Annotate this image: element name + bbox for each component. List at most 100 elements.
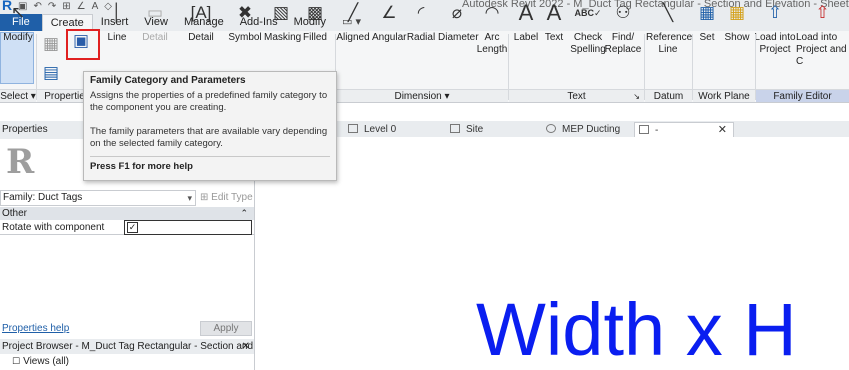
close-icon[interactable]: ✕ (242, 339, 250, 354)
set-work-plane-button[interactable]: ▦ Set (694, 2, 720, 44)
modify-button[interactable]: ↖ Modify (2, 2, 34, 44)
browser-item-label: Views (all) (23, 356, 70, 367)
family-types-button[interactable]: ▦ (38, 33, 64, 57)
grid-show-icon: ▦ (728, 3, 746, 22)
project-browser: Project Browser - M_Duct Tag Rectangular… (0, 339, 255, 370)
load-close-label: Load into Project and C (796, 32, 847, 67)
radial-dimension-icon: ◜ (417, 3, 425, 22)
detail-group-icon: [A] (190, 3, 212, 22)
binoculars-icon: ⚇ (615, 3, 631, 22)
panel-separator (755, 34, 756, 100)
tag-label-text[interactable]: Width x H (476, 293, 797, 367)
qat-dimension-icon[interactable]: ∠ (77, 1, 86, 13)
show-work-plane-button[interactable]: ▦ Show (722, 2, 752, 44)
rotate-with-component-checkbox[interactable]: ✓ (127, 222, 138, 233)
load-close-icon: ⇧ (815, 3, 830, 22)
grid-set-icon: ▦ (698, 3, 716, 22)
panel-work-plane: Work Plane (693, 89, 755, 102)
sheet-icon (639, 125, 649, 134)
symbol-icon: ✖ (237, 3, 253, 22)
apply-button[interactable]: Apply (200, 321, 252, 336)
tab-site[interactable]: Site (446, 122, 541, 137)
project-browser-title: Project Browser - M_Duct Tag Rectangular… (2, 341, 254, 352)
find-replace-button[interactable]: ⚇ Find/ Replace (604, 2, 642, 56)
radial-dimension-button[interactable]: ◜ Radial (406, 2, 436, 44)
qat-undo-icon[interactable]: ↶ (33, 1, 41, 13)
qat-text-icon[interactable]: A (92, 1, 99, 13)
detail-component-button[interactable]: ▭ Detail (140, 2, 170, 44)
panel-select[interactable]: Select ▾ (0, 89, 36, 102)
close-icon[interactable]: ✕ (718, 123, 727, 138)
collapse-icon[interactable]: ⌃ (240, 207, 248, 220)
properties-panel-icon: ▤ (42, 63, 60, 82)
find-replace-label: Find/ Replace (604, 32, 642, 55)
show-label: Show (724, 32, 750, 43)
tab-sheet[interactable]: - ✕ (634, 122, 734, 137)
property-group-label: Other (2, 208, 28, 219)
view-tab-label: - (655, 125, 659, 136)
masking-icon: ▧ (272, 3, 290, 22)
line-icon: │ (111, 3, 123, 22)
load-into-project-close-button[interactable]: ⇧ Load into Project and C (796, 2, 849, 68)
check-spelling-button[interactable]: ABC✓ Check Spelling (570, 2, 606, 56)
filled-region-icon: ▩ (306, 3, 324, 22)
diameter-dimension-button[interactable]: ⌀ Diameter (438, 2, 479, 44)
tooltip-note: The family parameters that are available… (90, 126, 328, 149)
tooltip: Family Category and Parameters Assigns t… (83, 71, 337, 181)
drawing-canvas[interactable]: Width x H (256, 137, 849, 370)
family-type-selector[interactable]: Family: Duct Tags ▾ (0, 190, 196, 206)
floor-plan-icon (348, 124, 358, 133)
cursor-icon: ↖ (10, 3, 26, 22)
view-tab-label: Level 0 (364, 124, 397, 135)
properties-help-link[interactable]: Properties help (0, 323, 69, 334)
reference-line-button[interactable]: ╲ Reference Line (646, 2, 693, 56)
arc-length-icon: ◠ (484, 3, 500, 22)
tooltip-help-hint: Press F1 for more help (90, 156, 330, 172)
aligned-dimension-button[interactable]: ╱ Aligned (336, 2, 370, 44)
browser-item-views[interactable]: ☐ Views (all) (12, 355, 69, 368)
edit-type-label: Edit Type (211, 192, 253, 203)
floor-plan-icon (450, 124, 460, 133)
panel-separator (644, 34, 645, 100)
diameter-label: Diameter (438, 32, 479, 43)
check-spelling-icon: ABC✓ (574, 8, 602, 18)
label-label: Label (513, 32, 539, 43)
properties-toggle-button[interactable]: ▤ (39, 62, 63, 86)
tab-mep-ducting[interactable]: MEP Ducting (542, 122, 634, 137)
load-into-project-icon: ⇧ (767, 3, 783, 22)
masking-region-button[interactable]: ▧ Masking (264, 2, 301, 44)
modify-label: Modify (3, 32, 33, 43)
filled-region-button[interactable]: ▩ Filled (300, 2, 330, 44)
text-icon: A (546, 0, 562, 25)
text-button[interactable]: A Text (540, 2, 568, 44)
label-icon: A (518, 0, 534, 25)
detail-group-button[interactable]: [A] Detail (186, 2, 216, 44)
property-group-header[interactable]: Other ⌃ (0, 207, 254, 220)
tooltip-title: Family Category and Parameters (90, 75, 246, 86)
property-row: Rotate with component ✓ (0, 220, 254, 235)
angular-dimension-button[interactable]: ∠ Angular (372, 2, 406, 44)
tab-level-0[interactable]: Level 0 (344, 122, 439, 137)
project-browser-header: Project Browser - M_Duct Tag Rectangular… (0, 339, 254, 354)
qat-measure-icon[interactable]: ⊞ (62, 1, 70, 13)
3d-view-icon (546, 124, 556, 133)
panel-text-label: Text (567, 91, 586, 102)
panel-separator (36, 34, 37, 100)
detail-label: Detail (142, 32, 168, 43)
line-button[interactable]: │ Line (104, 2, 130, 44)
qat-redo-icon[interactable]: ↷ (48, 1, 56, 13)
panel-text-launcher-icon[interactable]: ↘ (633, 90, 640, 103)
edit-type-button[interactable]: ⊞ Edit Type (200, 189, 253, 207)
reference-line-label: Reference Line (646, 32, 693, 55)
property-name: Rotate with component (2, 222, 105, 233)
panel-dimension[interactable]: Dimension ▾ (336, 89, 508, 102)
symbol-button[interactable]: ✖ Symbol (228, 2, 262, 44)
panel-datum: Datum (645, 89, 692, 102)
panel-family-editor: Family Editor (756, 89, 849, 102)
radial-label: Radial (406, 32, 436, 43)
label-button[interactable]: A Label (512, 2, 540, 44)
arc-length-button[interactable]: ◠ Arc Length (476, 2, 508, 56)
family-types-icon: ▦ (42, 34, 60, 53)
views-icon: ☐ (12, 356, 21, 366)
load-into-project-button[interactable]: ⇧ Load into Project (754, 2, 796, 56)
